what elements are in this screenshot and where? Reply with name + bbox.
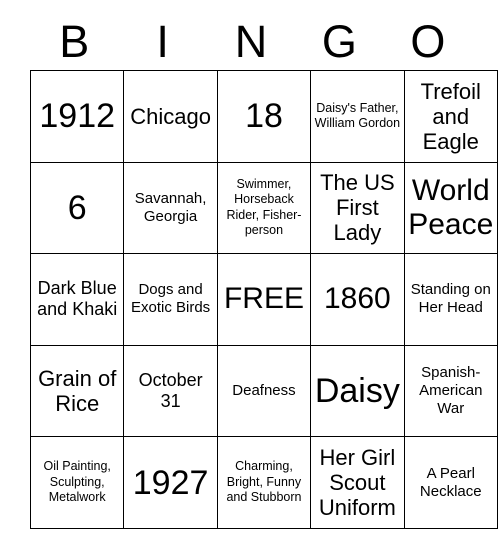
bingo-cell-n5[interactable]: Charming, Bright, Funny and Stubborn — [216, 436, 312, 529]
bingo-cell-o5[interactable]: A Pearl Necklace — [403, 436, 498, 529]
bingo-cell-n1[interactable]: 18 — [216, 70, 312, 163]
bingo-header-letter-o: O — [410, 15, 446, 67]
bingo-cell-g4[interactable]: Daisy — [310, 344, 405, 438]
bingo-cell-i5[interactable]: 1927 — [123, 436, 218, 529]
bingo-card: B I N G O 1912 Chicago 18 Daisy's Father… — [29, 12, 498, 529]
bingo-cell-g5[interactable]: Her Girl Scout Uniform — [310, 436, 405, 529]
bingo-cell-b2[interactable]: 6 — [29, 161, 125, 255]
bingo-cell-n2[interactable]: Swimmer, Horseback Rider, Fisher-person — [216, 161, 312, 255]
bingo-cell-i1[interactable]: Chicago — [123, 70, 218, 163]
bingo-cell-b4[interactable]: Grain of Rice — [29, 344, 125, 438]
bingo-cell-b1[interactable]: 1912 — [29, 70, 125, 163]
bingo-cell-b3[interactable]: Dark Blue and Khaki — [29, 253, 125, 346]
bingo-row: Grain of Rice October 31 Deafness Daisy … — [29, 344, 498, 438]
bingo-cell-g1[interactable]: Daisy's Father, William Gordon — [310, 70, 405, 163]
bingo-cell-o4[interactable]: Spanish-American War — [403, 344, 498, 438]
bingo-row: Oil Painting, Sculpting, Metalwork 1927 … — [29, 436, 498, 529]
bingo-row: Dark Blue and Khaki Dogs and Exotic Bird… — [29, 253, 498, 346]
bingo-cell-o1[interactable]: Trefoil and Eagle — [403, 70, 498, 163]
bingo-cell-g2[interactable]: The US First Lady — [310, 161, 405, 255]
bingo-header-letter-b: B — [59, 15, 90, 67]
bingo-header-letter-n: N — [234, 15, 268, 67]
bingo-cell-n4[interactable]: Deafness — [216, 344, 312, 438]
bingo-cell-free[interactable]: FREE — [216, 253, 312, 346]
bingo-grid: 1912 Chicago 18 Daisy's Father, William … — [29, 70, 498, 529]
bingo-cell-g3[interactable]: 1860 — [310, 253, 405, 346]
bingo-header-letter-i: I — [156, 15, 169, 67]
bingo-cell-o2[interactable]: World Peace — [403, 161, 498, 255]
bingo-cell-i3[interactable]: Dogs and Exotic Birds — [123, 253, 218, 346]
bingo-row: 6 Savannah, Georgia Swimmer, Horseback R… — [29, 161, 498, 255]
bingo-header-letter-g: G — [321, 15, 357, 67]
bingo-header: B I N G O — [30, 12, 472, 70]
bingo-cell-b5[interactable]: Oil Painting, Sculpting, Metalwork — [29, 436, 125, 529]
bingo-cell-i4[interactable]: October 31 — [123, 344, 218, 438]
bingo-cell-i2[interactable]: Savannah, Georgia — [123, 161, 218, 255]
bingo-cell-o3[interactable]: Standing on Her Head — [403, 253, 498, 346]
bingo-row: 1912 Chicago 18 Daisy's Father, William … — [29, 70, 498, 163]
